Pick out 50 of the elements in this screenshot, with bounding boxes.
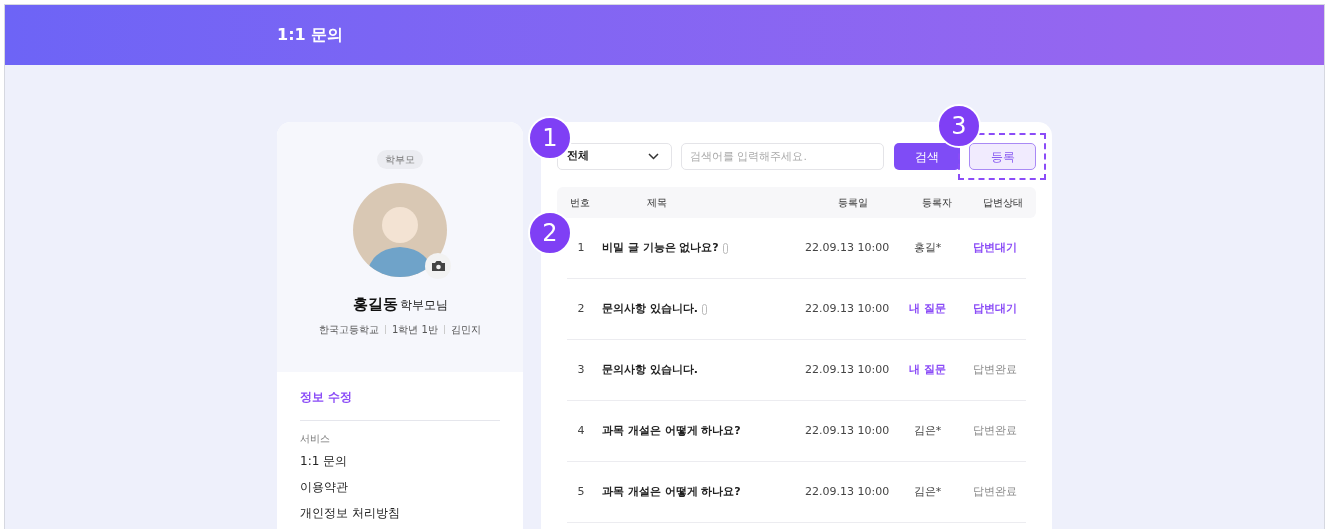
column-header: 등록자: [921, 196, 954, 210]
author-cell-text: 내 질문: [908, 361, 947, 378]
column-header: 번호: [569, 196, 591, 210]
step-marker: 3: [937, 104, 981, 148]
author-cell-text: 김은*: [912, 483, 943, 500]
search-button[interactable]: 검색: [894, 143, 960, 170]
profile-detail: 한국고등학교: [319, 322, 380, 337]
inquiry-title[interactable]: 문의사항 있습니다.: [601, 300, 698, 318]
row-number: 4: [576, 422, 586, 439]
date-cell-text: 22.09.13 10:00: [804, 239, 891, 256]
inquiry-title[interactable]: 문의사항 있습니다.: [601, 361, 698, 379]
status-cell-text: 답변완료: [972, 483, 1019, 500]
author-cell-text: 내 질문: [908, 300, 947, 317]
row-number: 1: [576, 239, 586, 256]
status-cell-text: 답변대기: [972, 300, 1019, 317]
inquiry-title[interactable]: 비밀 글 기능은 없나요?: [601, 239, 719, 257]
date-cell-text: 22.09.13 10:00: [804, 422, 891, 439]
inquiry-title[interactable]: 과목 개설은 어떻게 하나요?: [601, 483, 741, 501]
row-number: 5: [576, 483, 586, 500]
date-cell-text: 22.09.13 10:00: [804, 361, 891, 378]
role-badge: 학부모: [377, 150, 423, 169]
user-role: 학부모님: [399, 297, 448, 314]
row-number: 3: [576, 361, 586, 378]
edit-info-link[interactable]: 정보 수정: [300, 388, 500, 406]
register-button[interactable]: 등록: [969, 143, 1036, 170]
menu-item[interactable]: 1:1 문의: [300, 452, 500, 470]
menu-item[interactable]: 이용약관: [300, 478, 500, 496]
column-header: 등록일: [836, 196, 869, 210]
column-header: 답변상태: [982, 196, 1025, 210]
user-name: 홍길동: [352, 294, 398, 315]
inquiry-title[interactable]: 과목 개설은 어떻게 하나요?: [601, 422, 741, 440]
status-cell-text: 답변완료: [972, 422, 1019, 439]
section-label: 서비스: [300, 432, 331, 446]
status-cell-text: 답변대기: [972, 239, 1019, 256]
menu-item[interactable]: 개인정보 처리방침: [300, 504, 500, 522]
step-marker: 2: [528, 211, 572, 255]
status-cell-text: 답변완료: [972, 361, 1019, 378]
date-cell-text: 22.09.13 10:00: [804, 300, 891, 317]
row-number: 2: [576, 300, 586, 317]
column-header: 제목: [646, 196, 669, 210]
camera-icon: [430, 260, 446, 272]
page-title: 1:1 문의: [277, 24, 344, 46]
profile-detail: 1학년 1반: [392, 322, 438, 337]
profile-detail: 김민지: [450, 322, 481, 337]
camera-button[interactable]: [425, 253, 451, 279]
author-cell-text: 홍길*: [912, 239, 943, 256]
author-cell-text: 김은*: [912, 422, 943, 439]
date-cell-text: 22.09.13 10:00: [804, 483, 891, 500]
chevron-down-icon: [648, 153, 659, 160]
search-field[interactable]: 검색어를 입력해주세요.: [681, 143, 884, 170]
